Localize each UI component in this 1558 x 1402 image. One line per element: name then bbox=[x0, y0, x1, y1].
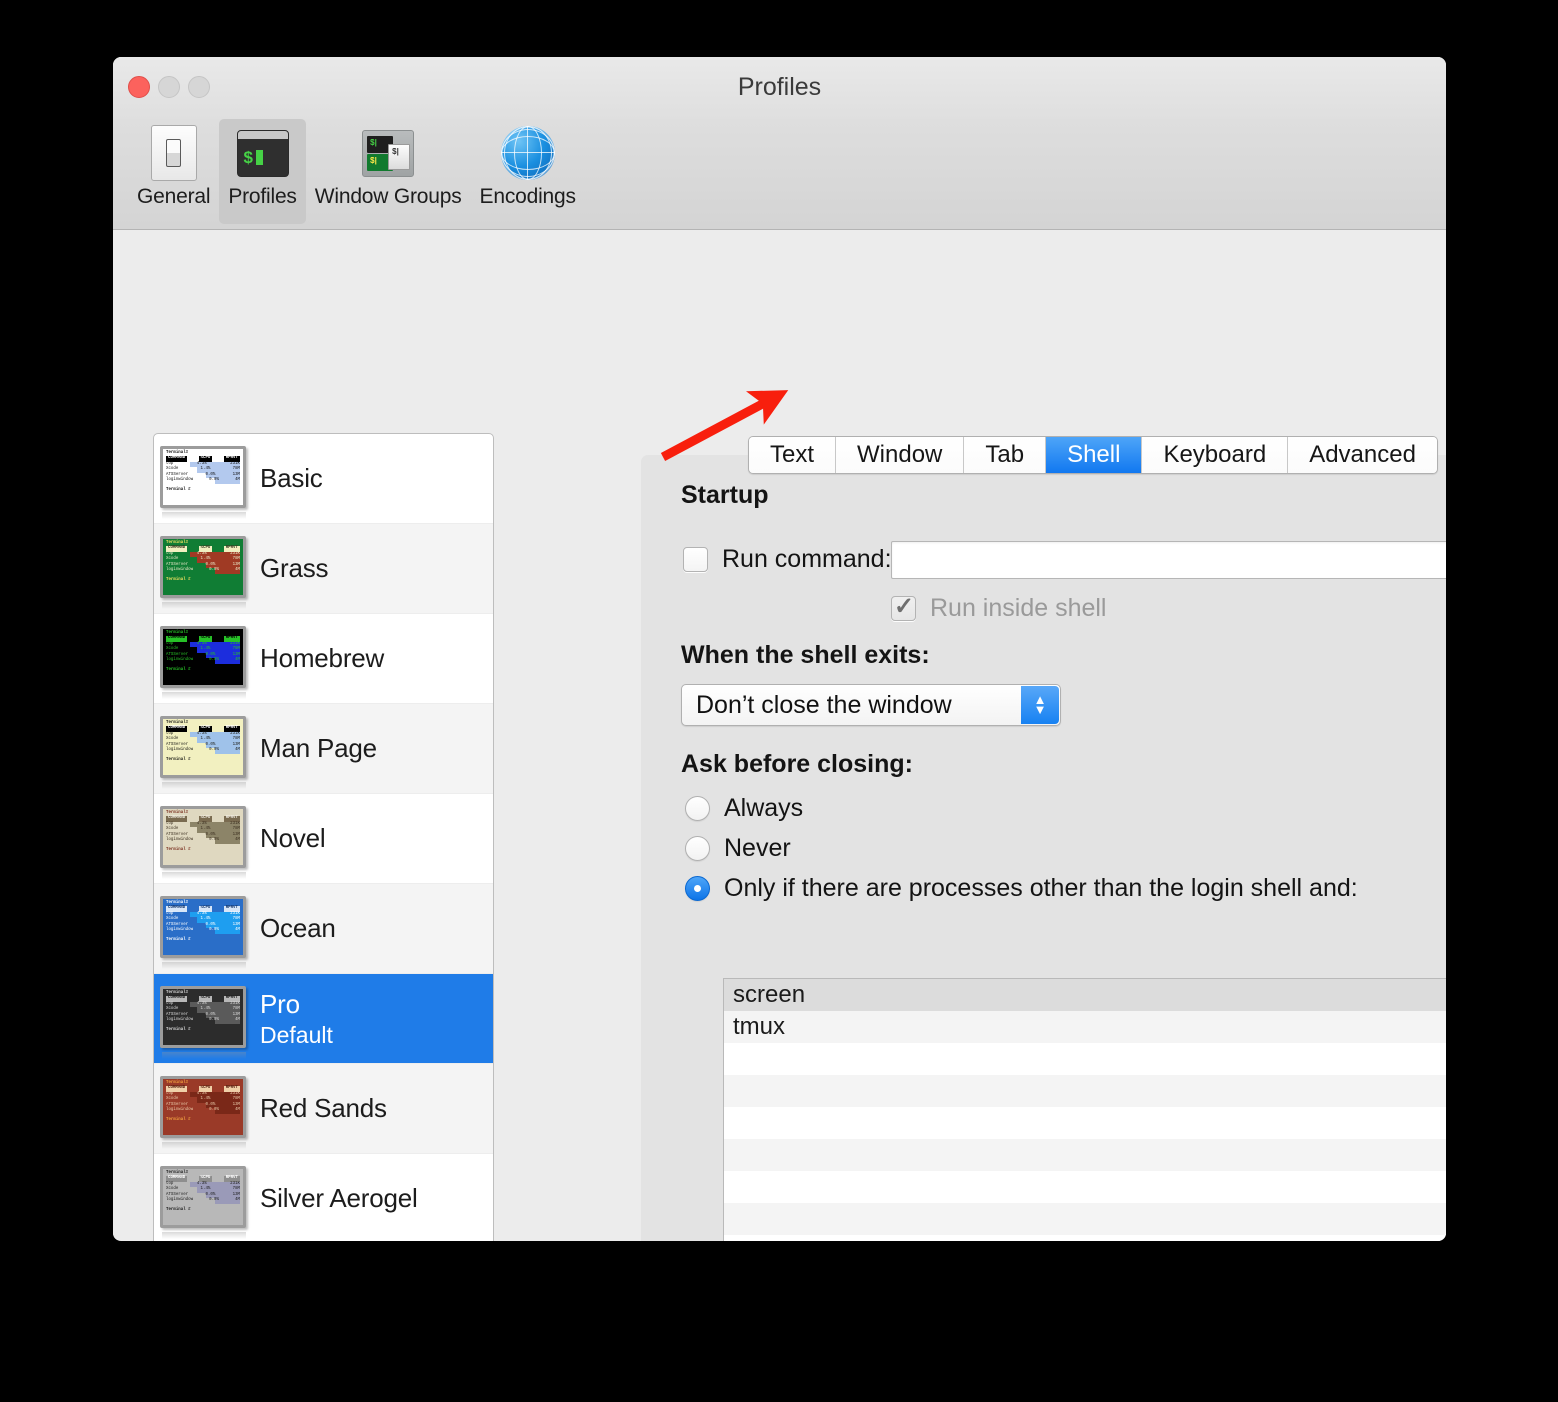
toolbar-item-general[interactable]: General bbox=[128, 119, 219, 224]
process-list-row[interactable]: tmux bbox=[724, 1011, 1446, 1043]
radio-never[interactable] bbox=[685, 836, 710, 861]
profile-name: Silver Aerogel bbox=[260, 1183, 418, 1213]
stepper-arrows-icon: ▲ ▼ bbox=[1021, 686, 1059, 724]
profile-name: Red Sands bbox=[260, 1093, 387, 1123]
profile-list-item-basic[interactable]: Terminal# COMMAND %CPU RPRVT top 4.3% 231K Xcod… bbox=[154, 434, 493, 524]
process-list-row[interactable] bbox=[724, 1139, 1446, 1171]
profile-list[interactable]: Terminal# COMMAND %CPU RPRVT top 4.3% 231K Xcod… bbox=[154, 434, 493, 1241]
window-group-icon: $| $| $| bbox=[362, 125, 415, 181]
profile-name: Novel bbox=[260, 823, 326, 853]
profile-thumbnail: Terminal# COMMAND %CPU RPRVT top 4.3% 231K Xcod… bbox=[160, 1165, 250, 1239]
profile-list-item-novel[interactable]: Terminal# COMMAND %CPU RPRVT top 4.3% 231K Xcod… bbox=[154, 794, 493, 884]
profile-name: Ocean bbox=[260, 913, 336, 943]
tab-label: Window bbox=[857, 441, 943, 468]
profile-name: Pro bbox=[260, 988, 300, 1019]
process-list-row[interactable]: screen bbox=[724, 979, 1446, 1011]
radio-only-if-processes[interactable] bbox=[685, 876, 710, 901]
profile-thumbnail: Terminal# COMMAND %CPU RPRVT top 4.3% 231K Xcod… bbox=[160, 805, 250, 879]
tab-text[interactable]: Text bbox=[749, 437, 837, 473]
toolbar-label-general: General bbox=[137, 185, 211, 208]
tab-label: Text bbox=[770, 441, 815, 468]
run-inside-shell-label: Run inside shell bbox=[930, 594, 1107, 622]
preferences-body: Terminal# COMMAND %CPU RPRVT top 4.3% 231K Xcod… bbox=[113, 230, 1446, 1241]
process-list-row[interactable] bbox=[724, 1171, 1446, 1203]
process-list-row[interactable] bbox=[724, 1075, 1446, 1107]
process-list-row[interactable] bbox=[724, 1203, 1446, 1235]
toolbar-label-encodings: Encodings bbox=[479, 185, 576, 208]
tab-tab[interactable]: Tab bbox=[964, 437, 1047, 473]
tab-advanced[interactable]: Advanced bbox=[1288, 437, 1437, 473]
window-title: Profiles bbox=[737, 73, 822, 101]
globe-icon bbox=[500, 125, 555, 181]
profile-name: Man Page bbox=[260, 733, 377, 763]
profiles-sidebar: Terminal# COMMAND %CPU RPRVT top 4.3% 231K Xcod… bbox=[153, 433, 494, 1241]
tab-label: Tab bbox=[985, 441, 1025, 468]
profile-list-item-grass[interactable]: Terminal# COMMAND %CPU RPRVT top 4.3% 231K Xcod… bbox=[154, 524, 493, 614]
profile-default-badge: Default bbox=[260, 1021, 333, 1048]
profile-name: Basic bbox=[260, 463, 323, 493]
profile-list-item-red-sands[interactable]: Terminal# COMMAND %CPU RPRVT top 4.3% 231K Xcod… bbox=[154, 1064, 493, 1154]
process-list-row[interactable] bbox=[724, 1107, 1446, 1139]
profile-list-item-pro[interactable]: Terminal# COMMAND %CPU RPRVT top 4.3% 231K Xcod… bbox=[154, 974, 493, 1064]
tab-label: Shell bbox=[1067, 441, 1121, 468]
process-name: tmux bbox=[733, 1013, 786, 1040]
tab-window[interactable]: Window bbox=[836, 437, 965, 473]
profile-thumbnail: Terminal# COMMAND %CPU RPRVT top 4.3% 231K Xcod… bbox=[160, 625, 250, 699]
shell-exits-dropdown[interactable]: Don’t close the window ▲ ▼ bbox=[681, 684, 1061, 726]
shell-exits-value: Don’t close the window bbox=[696, 690, 952, 719]
ask-option-only-if-processes[interactable]: Only if there are processes other than t… bbox=[685, 874, 1358, 903]
settings-tabbar[interactable]: Text Window Tab Shell Keyboard Advanced bbox=[748, 436, 1438, 474]
toolbar-label-window-groups: Window Groups bbox=[314, 185, 462, 208]
process-name: screen bbox=[733, 981, 806, 1008]
ask-option-never[interactable]: Never bbox=[685, 834, 791, 863]
run-command-input[interactable] bbox=[891, 541, 1446, 579]
ask-option-always-label: Always bbox=[724, 794, 804, 822]
tab-label: Advanced bbox=[1309, 441, 1416, 468]
ask-before-closing-heading: Ask before closing: bbox=[681, 750, 913, 778]
profile-thumbnail: Terminal# COMMAND %CPU RPRVT top 4.3% 231K Xcod… bbox=[160, 535, 250, 609]
profile-thumbnail: Terminal# COMMAND %CPU RPRVT top 4.3% 231K Xcod… bbox=[160, 445, 250, 519]
toolbar-item-encodings[interactable]: Encodings bbox=[471, 119, 585, 224]
ask-option-only-if-processes-label: Only if there are processes other than t… bbox=[724, 874, 1358, 902]
profile-thumbnail: Terminal# COMMAND %CPU RPRVT top 4.3% 231K Xcod… bbox=[160, 985, 250, 1059]
profile-thumbnail: Terminal# COMMAND %CPU RPRVT top 4.3% 231K Xcod… bbox=[160, 1075, 250, 1149]
toolbar-label-profiles: Profiles bbox=[228, 185, 297, 208]
shell-exits-heading: When the shell exits: bbox=[681, 641, 930, 669]
terminal-window-icon: $ bbox=[236, 125, 289, 181]
preferences-toolbar: General $ Profiles $| $| $| Window Group… bbox=[113, 119, 1446, 230]
tab-label: Keyboard bbox=[1163, 441, 1267, 468]
profile-list-item-man-page[interactable]: Terminal# COMMAND %CPU RPRVT top 4.3% 231K Xcod… bbox=[154, 704, 493, 794]
tab-shell[interactable]: Shell bbox=[1046, 437, 1143, 473]
titlebar: Profiles bbox=[113, 57, 1446, 119]
radio-always[interactable] bbox=[685, 796, 710, 821]
ask-option-never-label: Never bbox=[724, 834, 791, 862]
profile-name: Grass bbox=[260, 553, 329, 583]
profile-thumbnail: Terminal# COMMAND %CPU RPRVT top 4.3% 231K Xcod… bbox=[160, 895, 250, 969]
profile-list-item-silver-aerogel[interactable]: Terminal# COMMAND %CPU RPRVT top 4.3% 231K Xcod… bbox=[154, 1154, 493, 1241]
run-inside-shell-checkbox[interactable] bbox=[891, 592, 916, 621]
profile-list-item-ocean[interactable]: Terminal# COMMAND %CPU RPRVT top 4.3% 231K Xcod… bbox=[154, 884, 493, 974]
shell-settings-panel: Startup Run command: Run inside shell Wh… bbox=[641, 455, 1446, 1241]
process-list-row[interactable] bbox=[724, 1043, 1446, 1075]
tab-keyboard[interactable]: Keyboard bbox=[1142, 437, 1289, 473]
profile-thumbnail: Terminal# COMMAND %CPU RPRVT top 4.3% 231K Xcod… bbox=[160, 715, 250, 789]
ask-option-always[interactable]: Always bbox=[685, 794, 803, 823]
profile-list-item-homebrew[interactable]: Terminal# COMMAND %CPU RPRVT top 4.3% 231K Xcod… bbox=[154, 614, 493, 704]
profile-name: Homebrew bbox=[260, 643, 385, 673]
toolbar-item-profiles[interactable]: $ Profiles bbox=[219, 119, 306, 224]
preferences-window: Profiles General $ Profiles $| $| $| Win… bbox=[113, 57, 1446, 1241]
run-command-label: Run command: bbox=[722, 545, 892, 573]
toolbar-item-window-groups[interactable]: $| $| $| Window Groups bbox=[306, 119, 471, 224]
process-list-table[interactable]: screen tmux bbox=[723, 978, 1446, 1241]
toggle-switch-icon bbox=[150, 125, 197, 181]
process-list-row[interactable] bbox=[724, 1235, 1446, 1241]
startup-heading: Startup bbox=[681, 481, 769, 509]
run-command-checkbox[interactable] bbox=[683, 547, 708, 572]
